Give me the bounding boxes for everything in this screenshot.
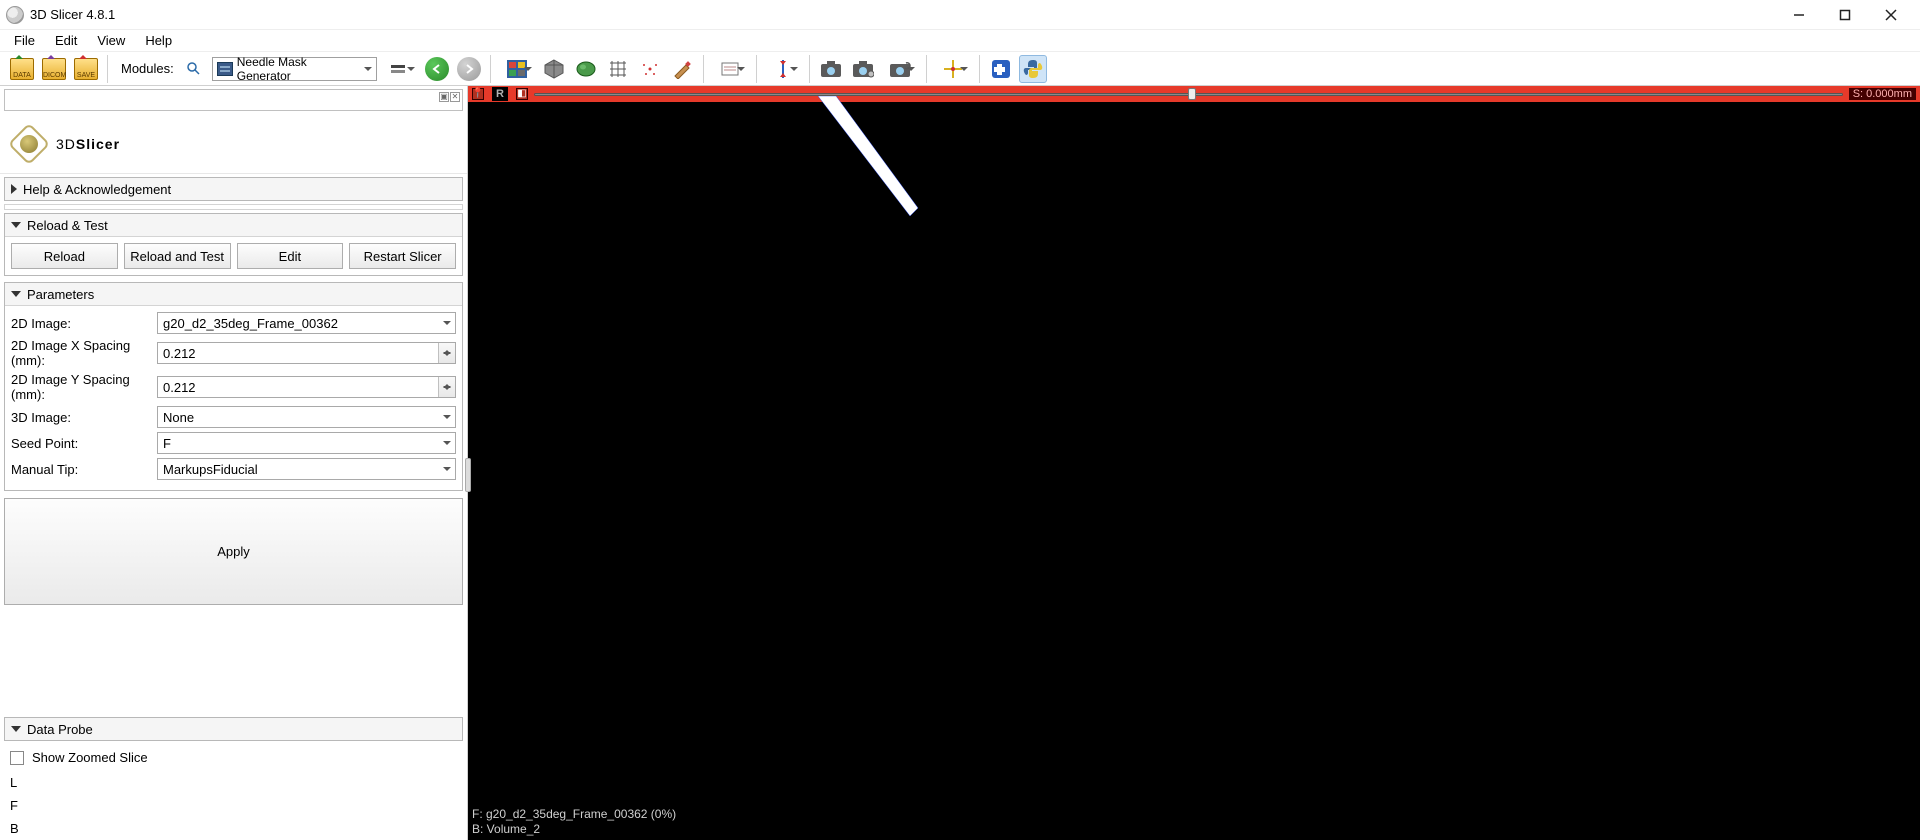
save-button[interactable]: SAVE: [72, 55, 100, 83]
param-xspacing-input[interactable]: 0.212: [157, 342, 456, 364]
python-console-button[interactable]: [1019, 55, 1047, 83]
module-icon: [217, 62, 233, 76]
modules-search-button[interactable]: [180, 55, 208, 83]
maximize-button[interactable]: [1822, 1, 1868, 29]
volumes-button[interactable]: [540, 55, 568, 83]
reload-and-test-button[interactable]: Reload and Test: [124, 243, 231, 269]
nav-back-button[interactable]: [423, 55, 451, 83]
panel-search-input[interactable]: ▣✕: [4, 89, 463, 111]
crosshair-button[interactable]: [764, 55, 802, 83]
param-3d-image-select[interactable]: None: [157, 406, 456, 428]
window-title: 3D Slicer 4.8.1: [30, 7, 115, 22]
param-tip-label: Manual Tip:: [11, 462, 151, 477]
chevron-down-icon: [11, 291, 21, 297]
fiducial-place-button[interactable]: [934, 55, 972, 83]
section-reload-test-label: Reload & Test: [27, 218, 108, 233]
menu-view[interactable]: View: [87, 31, 135, 50]
show-zoomed-slice-label: Show Zoomed Slice: [32, 750, 148, 765]
slice-offset-slider[interactable]: [534, 90, 1843, 98]
reload-button[interactable]: Reload: [11, 243, 118, 269]
slicer-logo-icon: [10, 125, 48, 163]
markups-button[interactable]: [636, 55, 664, 83]
overlay-background-label: B: Volume_2: [472, 822, 676, 836]
modules-label: Modules:: [121, 61, 174, 76]
param-yspacing-input[interactable]: 0.212: [157, 376, 456, 398]
restart-slicer-button[interactable]: Restart Slicer: [349, 243, 456, 269]
models-button[interactable]: [572, 55, 600, 83]
panel-pin-icon[interactable]: ▣: [439, 92, 449, 102]
param-xspacing-label: 2D Image X Spacing (mm):: [11, 338, 151, 368]
menu-file[interactable]: File: [4, 31, 45, 50]
extensions-button[interactable]: [987, 55, 1015, 83]
param-seed-select[interactable]: F: [157, 432, 456, 454]
show-zoomed-slice-checkbox[interactable]: [10, 751, 24, 765]
minimize-button[interactable]: [1776, 1, 1822, 29]
capture-button[interactable]: [881, 55, 919, 83]
needle-mask-graphic: [818, 96, 998, 236]
slice-offset-value: S: 0.000mm: [1849, 88, 1916, 100]
load-data-button[interactable]: DATA: [8, 55, 36, 83]
edit-button[interactable]: Edit: [237, 243, 344, 269]
module-history-button[interactable]: [381, 55, 419, 83]
section-parameters-label: Parameters: [27, 287, 94, 302]
section-help-ack-label: Help & Acknowledgement: [23, 182, 171, 197]
dataprobe-F: F: [0, 794, 467, 817]
section-reload-test[interactable]: Reload & Test Reload Reload and Test Edi…: [4, 213, 463, 276]
menu-help[interactable]: Help: [135, 31, 182, 50]
param-3d-image-label: 3D Image:: [11, 410, 151, 425]
dataprobe-L: L: [0, 771, 467, 794]
annotations-button[interactable]: [711, 55, 749, 83]
dataprobe-B: B: [0, 817, 467, 840]
load-dicom-button[interactable]: DICOM: [40, 55, 68, 83]
slice-link-icon[interactable]: ◧: [516, 88, 528, 100]
param-2d-image-label: 2D Image:: [11, 316, 151, 331]
app-icon: [6, 6, 24, 24]
slice-viewport[interactable]: 📍 R ◧ S: 0.000mm F: g20_d2_35deg_Frame_0…: [468, 86, 1920, 840]
param-2d-image-select[interactable]: g20_d2_35deg_Frame_00362: [157, 312, 456, 334]
overlay-foreground-label: F: g20_d2_35deg_Frame_00362 (0%): [472, 807, 676, 821]
param-yspacing-label: 2D Image Y Spacing (mm):: [11, 372, 151, 402]
menu-edit[interactable]: Edit: [45, 31, 87, 50]
modules-selected-text: Needle Mask Generator: [237, 55, 358, 83]
transforms-button[interactable]: [604, 55, 632, 83]
apply-button[interactable]: Apply: [4, 498, 463, 605]
close-button[interactable]: [1868, 1, 1914, 29]
section-parameters[interactable]: Parameters 2D Image: g20_d2_35deg_Frame_…: [4, 282, 463, 491]
param-seed-label: Seed Point:: [11, 436, 151, 451]
chevron-down-icon: [11, 726, 21, 732]
section-help-ack[interactable]: Help & Acknowledgement: [4, 177, 463, 201]
nav-forward-button[interactable]: [455, 55, 483, 83]
param-tip-select[interactable]: MarkupsFiducial: [157, 458, 456, 480]
chevron-right-icon: [11, 184, 17, 194]
modules-select[interactable]: Needle Mask Generator: [212, 57, 377, 81]
section-data-probe-label: Data Probe: [27, 722, 93, 737]
layout-button[interactable]: [498, 55, 536, 83]
panel-splitter[interactable]: [465, 458, 471, 492]
chevron-down-icon: [11, 222, 21, 228]
slicer-logo-text: 3DSlicer: [56, 136, 120, 152]
slice-pin-icon[interactable]: 📍: [472, 88, 484, 100]
screenshot-button[interactable]: [817, 55, 845, 83]
slice-orientation-label: R: [492, 87, 508, 101]
editor-button[interactable]: [668, 55, 696, 83]
scene-view-button[interactable]: [849, 55, 877, 83]
section-data-probe[interactable]: Data Probe: [4, 717, 463, 741]
panel-close-icon[interactable]: ✕: [450, 92, 460, 102]
